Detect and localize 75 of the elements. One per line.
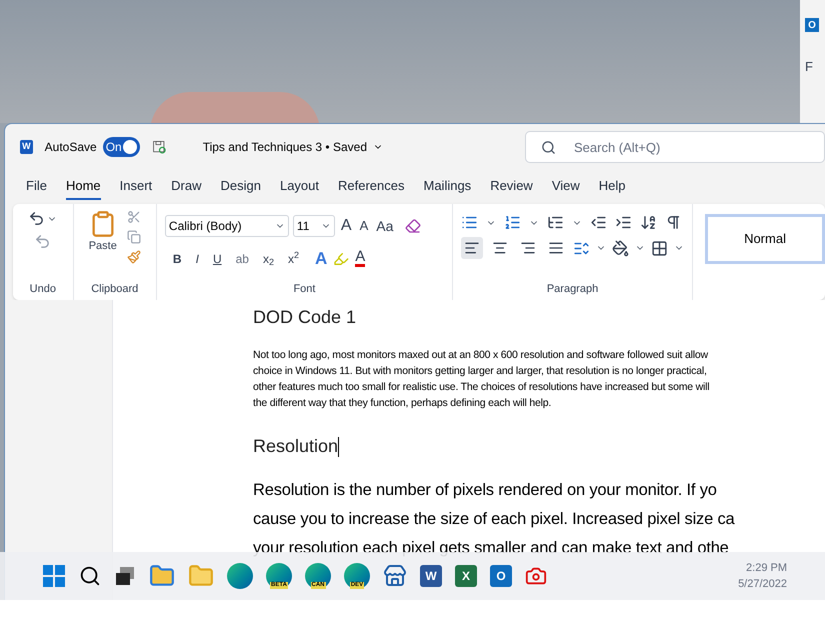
decrease-indent-icon[interactable] bbox=[590, 214, 608, 231]
group-label: Clipboard bbox=[91, 282, 138, 296]
ribbon-tab[interactable]: Review bbox=[490, 174, 533, 200]
font-name-dropdown[interactable]: Calibri (Body) bbox=[164, 215, 289, 237]
group-label: Undo bbox=[30, 282, 56, 296]
grow-font-button[interactable]: A bbox=[338, 214, 354, 238]
clock-date: 5/27/2022 bbox=[738, 577, 787, 592]
search-icon[interactable] bbox=[79, 565, 101, 587]
undo-icon[interactable] bbox=[28, 210, 46, 227]
ribbon-tab[interactable]: Help bbox=[598, 174, 626, 200]
ribbon-tab[interactable]: File bbox=[26, 174, 47, 200]
font-color-button[interactable]: A bbox=[355, 250, 366, 268]
paragraph-line: Resolution is the number of pixels rendered on your monitor. If yo bbox=[253, 480, 717, 501]
task-view-icon[interactable] bbox=[114, 565, 136, 587]
ribbon-tab[interactable]: Layout bbox=[280, 174, 320, 200]
ribbon-tab[interactable]: View bbox=[552, 174, 580, 200]
paragraph-line: other features much too small for realistic use. The choices of resolutions have increased but some will bbox=[253, 380, 710, 395]
align-icon[interactable] bbox=[461, 237, 484, 259]
heading-text: DOD Code 1 bbox=[253, 306, 356, 329]
paste-button[interactable]: Paste bbox=[88, 210, 117, 264]
redo-icon[interactable] bbox=[34, 233, 52, 250]
search-icon bbox=[541, 140, 556, 155]
change-case-button[interactable]: Aa bbox=[374, 216, 396, 236]
folder-icon[interactable] bbox=[149, 563, 175, 589]
format-button[interactable]: U bbox=[208, 250, 226, 268]
ribbon-tab[interactable]: Design bbox=[220, 174, 261, 200]
search-field[interactable]: Search (Alt+Q) bbox=[525, 131, 825, 163]
format-button[interactable]: B bbox=[168, 250, 186, 268]
format-button[interactable]: ab bbox=[232, 250, 253, 268]
cut-icon[interactable] bbox=[126, 210, 141, 224]
numbering-icon[interactable] bbox=[504, 214, 522, 231]
store-icon[interactable] bbox=[383, 564, 407, 588]
browser-icon[interactable] bbox=[227, 563, 253, 589]
style-tile[interactable]: Normal bbox=[705, 214, 825, 264]
app-icon[interactable]: X bbox=[455, 565, 477, 587]
paragraph-line: the different way that they function, perhaps defining each will help. bbox=[253, 396, 552, 411]
paragraph-line: cause you to increase the size of each pixel. Increased pixel size ca bbox=[253, 509, 734, 530]
autosave-toggle[interactable]: On bbox=[102, 137, 140, 157]
ribbon-tab[interactable]: Home bbox=[66, 174, 101, 200]
paragraph-line: your resolution each pixel gets smaller and can make text and othe bbox=[253, 538, 729, 559]
shading-icon[interactable] bbox=[612, 240, 630, 256]
save-icon[interactable] bbox=[152, 138, 167, 156]
autosave-label: AutoSave bbox=[44, 139, 97, 156]
start-icon[interactable] bbox=[42, 564, 66, 588]
font-size-dropdown[interactable]: 11 bbox=[292, 215, 335, 237]
format-button[interactable]: I bbox=[192, 250, 203, 268]
sort-icon[interactable] bbox=[640, 214, 658, 231]
text-effects-button[interactable]: A bbox=[315, 246, 328, 272]
format-button[interactable]: x$_{2}$ bbox=[258, 250, 278, 268]
clock-time: 2:29 PM bbox=[746, 560, 787, 576]
shrink-font-button[interactable]: A bbox=[358, 216, 370, 236]
window-text: F bbox=[805, 58, 813, 76]
clear-formatting-icon[interactable] bbox=[405, 218, 422, 234]
bullets-icon[interactable] bbox=[461, 214, 478, 231]
word-icon: W bbox=[20, 140, 33, 154]
group-label: Font bbox=[293, 282, 316, 296]
outlook-icon: O bbox=[805, 18, 819, 32]
ribbon-tab[interactable]: Insert bbox=[120, 174, 152, 200]
group-label: Paragraph bbox=[546, 282, 598, 296]
paragraph-line: choice in Windows 11. But with monitors getting larger and larger, that resolution is no longer practical, bbox=[253, 364, 707, 379]
paragraph-line: Not too long ago, most monitors maxed out at an 800 x 600 resolution and software followed suit allow bbox=[253, 348, 708, 363]
format-button[interactable]: x$^{2}$ bbox=[284, 250, 303, 268]
ribbon-tab[interactable]: References bbox=[338, 174, 404, 200]
ribbon-tab[interactable]: Draw bbox=[171, 174, 202, 200]
heading-text: Resolution bbox=[253, 435, 340, 460]
increase-indent-icon[interactable] bbox=[615, 214, 632, 231]
format-painter-icon[interactable] bbox=[126, 250, 141, 264]
borders-icon[interactable] bbox=[651, 240, 668, 256]
document-title[interactable]: Tips and Techniques 3 • Saved bbox=[202, 138, 383, 156]
ribbon-tab[interactable]: Mailings bbox=[424, 174, 472, 200]
multilevel-list-icon[interactable] bbox=[547, 214, 564, 231]
app-icon[interactable]: W bbox=[420, 565, 442, 587]
copy-icon[interactable] bbox=[126, 230, 141, 244]
app-icon[interactable]: O bbox=[490, 565, 512, 587]
camera-icon[interactable] bbox=[525, 565, 547, 587]
